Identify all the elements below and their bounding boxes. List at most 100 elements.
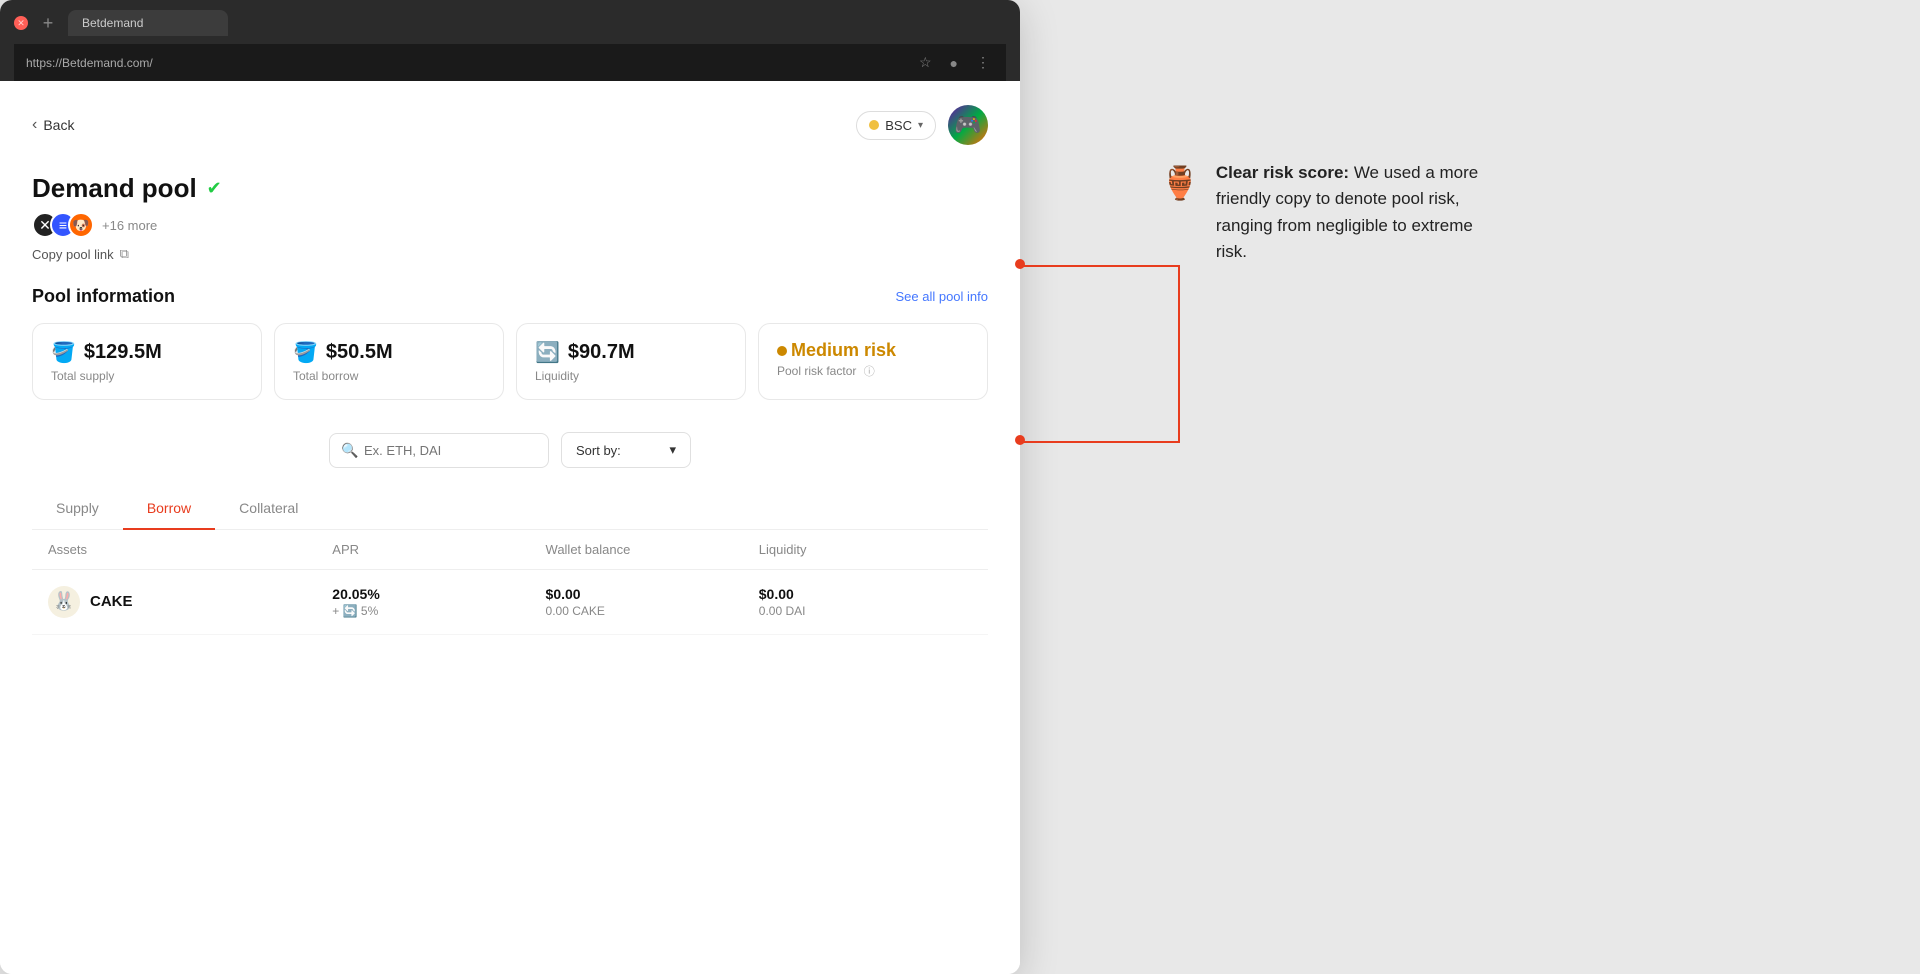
pool-title-row: Demand pool ✔ — [32, 173, 988, 204]
stats-grid: 🪣 $129.5M Total supply 🪣 $50.5M Total bo… — [32, 323, 988, 400]
new-tab-button[interactable]: + — [36, 11, 60, 35]
apr-sub-text: + 🔄 5% — [332, 604, 378, 618]
liquidity-cell: $0.00 0.00 DAI — [759, 586, 972, 618]
table-row: 🐰 CAKE 20.05% + 🔄 5% $0.00 0.00 CAKE $0.… — [32, 570, 988, 635]
asset-cake-icon: 🐰 — [48, 586, 80, 618]
pool-info-header: Pool information See all pool info — [32, 286, 988, 307]
liquidity-sub-value: 0.00 DAI — [759, 604, 972, 618]
browser-tab[interactable]: Betdemand — [68, 10, 228, 36]
sort-label: Sort by: — [576, 443, 621, 458]
asset-cell: 🐰 CAKE — [48, 586, 332, 618]
sort-chevron-icon: ▾ — [669, 442, 676, 458]
chevron-down-icon: ▾ — [918, 120, 923, 131]
network-label: BSC — [885, 118, 912, 133]
tabs-container: Supply Borrow Collateral — [32, 488, 988, 530]
annotation-dot-bottom — [1015, 435, 1025, 445]
see-all-pool-info-link[interactable]: See all pool info — [895, 289, 988, 304]
tab-supply[interactable]: Supply — [32, 488, 123, 530]
col-assets: Assets — [48, 542, 332, 557]
network-selector[interactable]: BSC ▾ — [856, 111, 936, 140]
network-dot-icon — [869, 120, 879, 130]
copy-icon: ⧉ — [120, 246, 129, 262]
stat-supply-label: Total supply — [51, 369, 243, 383]
pool-title: Demand pool — [32, 173, 197, 204]
annotation-bag-icon: 🏺 — [1160, 164, 1200, 202]
page-content: ‹ Back BSC ▾ 🎮 Demand pool ✔ ✕ ≡ 🐶 — [0, 81, 1020, 974]
stat-card-liquidity: 🔄 $90.7M Liquidity — [516, 323, 746, 400]
risk-label-row: Medium risk — [777, 340, 969, 361]
wallet-cell: $0.00 0.00 CAKE — [546, 586, 759, 618]
tab-title: Betdemand — [82, 16, 214, 30]
stat-borrow-value: $50.5M — [326, 341, 393, 364]
menu-icon[interactable]: ⋮ — [972, 52, 994, 73]
table-header: Assets APR Wallet balance Liquidity — [32, 530, 988, 570]
borrow-icon: 🪣 — [293, 340, 318, 365]
browser-chrome: ✕ + Betdemand https://Betdemand.com/ ☆ ●… — [0, 0, 1020, 81]
pool-info-title: Pool information — [32, 286, 175, 307]
risk-info-icon[interactable]: ⓘ — [864, 366, 875, 378]
col-apr: APR — [332, 542, 545, 557]
search-input[interactable] — [329, 433, 549, 468]
wallet-sub-value: 0.00 CAKE — [546, 604, 759, 618]
token-icon-3: 🐶 — [68, 212, 94, 238]
stat-supply-value-row: 🪣 $129.5M — [51, 340, 243, 365]
tab-collateral[interactable]: Collateral — [215, 488, 322, 530]
annotation-text: Clear risk score: We used a more friendl… — [1216, 160, 1480, 265]
tab-borrow[interactable]: Borrow — [123, 488, 215, 530]
stat-borrow-label: Total borrow — [293, 369, 485, 383]
token-icons-row: ✕ ≡ 🐶 +16 more — [32, 212, 988, 238]
apr-cell: 20.05% + 🔄 5% — [332, 586, 545, 618]
search-icon: 🔍 — [341, 442, 358, 459]
close-button[interactable]: ✕ — [14, 16, 28, 30]
stat-liquidity-label: Liquidity — [535, 369, 727, 383]
liquidity-icon: 🔄 — [535, 340, 560, 365]
annotation-line-vertical — [1178, 265, 1180, 443]
avatar[interactable]: 🎮 — [948, 105, 988, 145]
back-label: Back — [43, 117, 74, 133]
stat-liquidity-value: $90.7M — [568, 341, 635, 364]
profile-icon[interactable]: ● — [946, 53, 962, 73]
stat-risk-label: Pool risk factor ⓘ — [777, 363, 969, 379]
stat-supply-value: $129.5M — [84, 341, 162, 364]
wallet-main-value: $0.00 — [546, 586, 759, 602]
risk-dot-icon — [777, 346, 787, 356]
annotation-content: 🏺 Clear risk score: We used a more frien… — [1160, 160, 1480, 265]
annotation-line-bottom — [1020, 441, 1180, 443]
search-wrap: 🔍 — [329, 433, 549, 468]
copy-pool-link[interactable]: Copy pool link ⧉ — [32, 246, 988, 262]
stat-card-supply: 🪣 $129.5M Total supply — [32, 323, 262, 400]
annotation-icon-row: 🏺 Clear risk score: We used a more frien… — [1160, 160, 1480, 265]
token-more-label: +16 more — [102, 218, 157, 233]
annotation-bold: Clear risk score: — [1216, 163, 1349, 182]
apr-main-value: 20.05% — [332, 586, 545, 602]
back-button[interactable]: ‹ Back — [32, 116, 74, 134]
stat-risk-value: Medium risk — [791, 340, 896, 361]
sort-button[interactable]: Sort by: ▾ — [561, 432, 691, 468]
bookmark-icon[interactable]: ☆ — [915, 52, 936, 73]
address-bar: https://Betdemand.com/ ☆ ● ⋮ — [14, 44, 1006, 81]
liquidity-main-value: $0.00 — [759, 586, 972, 602]
header-right: BSC ▾ 🎮 — [856, 105, 988, 145]
stat-card-risk: Medium risk Pool risk factor ⓘ — [758, 323, 988, 400]
page-header: ‹ Back BSC ▾ 🎮 — [32, 105, 988, 145]
annotation-panel: 🏺 Clear risk score: We used a more frien… — [1020, 0, 1920, 974]
stat-liquidity-value-row: 🔄 $90.7M — [535, 340, 727, 365]
col-liquidity: Liquidity — [759, 542, 972, 557]
back-arrow-icon: ‹ — [32, 116, 37, 134]
verified-badge-icon: ✔ — [207, 178, 222, 199]
copy-link-label: Copy pool link — [32, 247, 114, 262]
stat-borrow-value-row: 🪣 $50.5M — [293, 340, 485, 365]
search-filter-row: 🔍 Sort by: ▾ — [32, 432, 988, 468]
tab-bar: ✕ + Betdemand — [14, 10, 1006, 36]
annotation-dot-top — [1015, 259, 1025, 269]
supply-icon: 🪣 — [51, 340, 76, 365]
tabs-row: Supply Borrow Collateral — [32, 488, 988, 529]
url-text: https://Betdemand.com/ — [26, 56, 905, 70]
annotation-line-top — [1020, 265, 1180, 267]
apr-sub-value: + 🔄 5% — [332, 604, 545, 618]
pool-section: Demand pool ✔ ✕ ≡ 🐶 +16 more Copy pool l… — [32, 173, 988, 262]
asset-name: CAKE — [90, 593, 133, 610]
stat-card-borrow: 🪣 $50.5M Total borrow — [274, 323, 504, 400]
col-wallet: Wallet balance — [546, 542, 759, 557]
browser-window: ✕ + Betdemand https://Betdemand.com/ ☆ ●… — [0, 0, 1020, 974]
